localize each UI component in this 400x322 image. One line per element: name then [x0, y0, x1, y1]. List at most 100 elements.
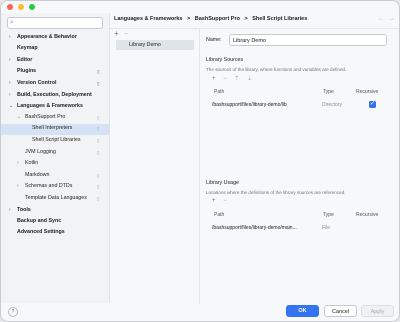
breadcrumb-separator: > — [187, 16, 191, 22]
forward-arrow-icon[interactable]: → — [389, 16, 395, 22]
chevron-right-icon[interactable]: › — [17, 181, 19, 192]
move-up-icon[interactable]: ⇡ — [234, 76, 239, 82]
tree-item[interactable]: › Appearance & Behavior — [9, 32, 77, 43]
tree-item[interactable]: Shell Script Libraries ▯ — [32, 135, 99, 146]
help-button[interactable]: ? — [8, 307, 18, 317]
tree-item-label: Appearance & Behavior — [17, 34, 77, 40]
project-scope-icon: ▯ — [97, 173, 100, 178]
tree-item[interactable]: Template Data Languages ▯ — [25, 193, 99, 204]
sources-col-type[interactable]: Type — [323, 89, 334, 95]
apply-button[interactable]: Apply — [361, 305, 394, 317]
remove-library-button[interactable]: − — [124, 29, 129, 38]
add-source-icon[interactable]: + — [212, 76, 216, 82]
chevron-right-icon[interactable]: › — [17, 158, 19, 169]
tree-item-label: JVM Logging — [25, 149, 56, 155]
usage-toolbar: + − — [212, 198, 227, 204]
back-arrow-icon[interactable]: ← — [378, 16, 384, 22]
usage-col-type[interactable]: Type — [323, 212, 334, 218]
tree-item-label: BashSupport Pro — [25, 114, 66, 120]
tree-item-label: Tools — [17, 207, 31, 213]
ok-button[interactable]: OK — [286, 305, 319, 317]
chevron-down-icon[interactable]: ⌄ — [17, 112, 21, 123]
chevron-right-icon[interactable]: › — [9, 55, 11, 66]
tree-item-label: Kotlin — [25, 160, 39, 166]
zoom-window-button[interactable] — [29, 4, 35, 10]
tree-item[interactable]: › Editor — [9, 55, 33, 66]
remove-source-icon[interactable]: − — [223, 76, 227, 82]
project-scope-icon: ▯ — [97, 150, 100, 155]
tree-item[interactable]: › Version Control ▯ — [9, 78, 99, 89]
chevron-right-icon[interactable]: › — [9, 90, 11, 101]
chevron-right-icon[interactable]: › — [9, 78, 11, 89]
tree-item-label: Version Control — [17, 80, 57, 86]
breadcrumb-item: Shell Script Libraries — [252, 16, 308, 22]
close-window-button[interactable] — [7, 4, 13, 10]
tree-item-label: Advanced Settings — [17, 229, 65, 235]
project-scope-icon: ▯ — [97, 184, 100, 189]
tree-item[interactable]: ⌄ BashSupport Pro ▯ — [17, 112, 99, 123]
project-scope-icon: ▯ — [97, 126, 100, 131]
source-path-cell[interactable]: /bashsupport/files/library-demo/lib — [212, 102, 287, 108]
title-bar — [1, 1, 399, 13]
cancel-button[interactable]: Cancel — [324, 305, 357, 317]
breadcrumb: Languages & Frameworks > BashSupport Pro… — [114, 16, 310, 26]
name-label: Name: — [206, 37, 222, 43]
settings-dialog: ⌕ › Appearance & Behavior Keymap › Editor Plu… — [0, 0, 400, 322]
project-scope-icon: ▯ — [97, 81, 100, 86]
tree-item[interactable]: Shell Interpreters ▯ — [32, 123, 99, 134]
sidebar-divider — [109, 13, 110, 303]
tree-item[interactable]: › Schemas and DTDs ▯ — [17, 181, 99, 192]
tree-item[interactable]: Backup and Sync — [17, 216, 61, 227]
add-usage-icon[interactable]: + — [212, 198, 216, 204]
tree-item-label: Schemas and DTDs — [25, 183, 73, 189]
tree-item[interactable]: › Tools — [9, 205, 31, 216]
tree-item[interactable]: Keymap — [17, 43, 38, 54]
tree-item[interactable]: › Build, Execution, Deployment — [9, 90, 92, 101]
recursive-checkbox[interactable]: ✓ — [369, 101, 376, 108]
usage-title: Library Usage — [206, 180, 239, 186]
tree-item-label: Languages & Frameworks — [17, 103, 83, 109]
header-separator — [110, 28, 399, 29]
tree-item-label: Template Data Languages — [25, 195, 87, 201]
sources-col-path[interactable]: Path — [214, 89, 224, 95]
tree-item-label: Keymap — [17, 45, 38, 51]
add-library-button[interactable]: + — [114, 29, 119, 38]
project-scope-icon: ▯ — [97, 115, 100, 120]
tree-item-label: Editor — [17, 57, 33, 63]
breadcrumb-item[interactable]: Languages & Frameworks — [114, 16, 182, 22]
usage-path-cell[interactable]: /bashsupport/files/library-demo/main... — [212, 225, 297, 231]
chevron-right-icon[interactable]: › — [9, 32, 11, 43]
sources-description: The sources of the library, where functi… — [206, 67, 347, 72]
tree-item-label: Build, Execution, Deployment — [17, 92, 92, 98]
tree-item[interactable]: Markdown ▯ — [25, 170, 99, 181]
tree-item[interactable]: Advanced Settings — [17, 227, 65, 238]
tree-item[interactable]: JVM Logging ▯ — [25, 147, 99, 158]
breadcrumb-separator: > — [244, 16, 248, 22]
project-scope-icon: ▯ — [97, 69, 100, 74]
minimize-window-button[interactable] — [18, 4, 24, 10]
usage-type-cell: File — [322, 225, 331, 231]
source-type-cell: Directory — [322, 102, 343, 108]
usage-description: Locations where the definitions of the l… — [206, 190, 346, 195]
usage-col-recursive[interactable]: Recursive — [356, 212, 378, 218]
library-list-item[interactable]: Library Demo — [116, 40, 194, 50]
sources-col-recursive[interactable]: Recursive — [356, 89, 378, 95]
tree-item[interactable]: ⌄ Languages & Frameworks — [9, 101, 83, 112]
breadcrumb-item[interactable]: BashSupport Pro — [195, 16, 240, 22]
search-icon: ⌕ — [10, 19, 14, 26]
tree-item-label: Shell Script Libraries — [32, 137, 81, 143]
tree-item-label: Shell Interpreters — [32, 125, 73, 131]
tree-item[interactable]: › Kotlin — [17, 158, 39, 169]
library-name-field[interactable]: Library Demo — [229, 34, 387, 46]
libraries-toolbar: + − — [114, 29, 129, 38]
tree-item-label: Markdown — [25, 172, 50, 178]
project-scope-icon: ▯ — [97, 196, 100, 201]
remove-usage-icon[interactable]: − — [223, 198, 227, 204]
chevron-down-icon[interactable]: ⌄ — [9, 101, 13, 112]
chevron-right-icon[interactable]: › — [9, 205, 11, 216]
move-down-icon[interactable]: ⇣ — [247, 76, 252, 82]
search-input[interactable]: ⌕ — [7, 17, 103, 29]
usage-col-path[interactable]: Path — [214, 212, 224, 218]
tree-item[interactable]: Plugins ▯ — [17, 66, 99, 77]
panel-divider — [199, 29, 200, 304]
